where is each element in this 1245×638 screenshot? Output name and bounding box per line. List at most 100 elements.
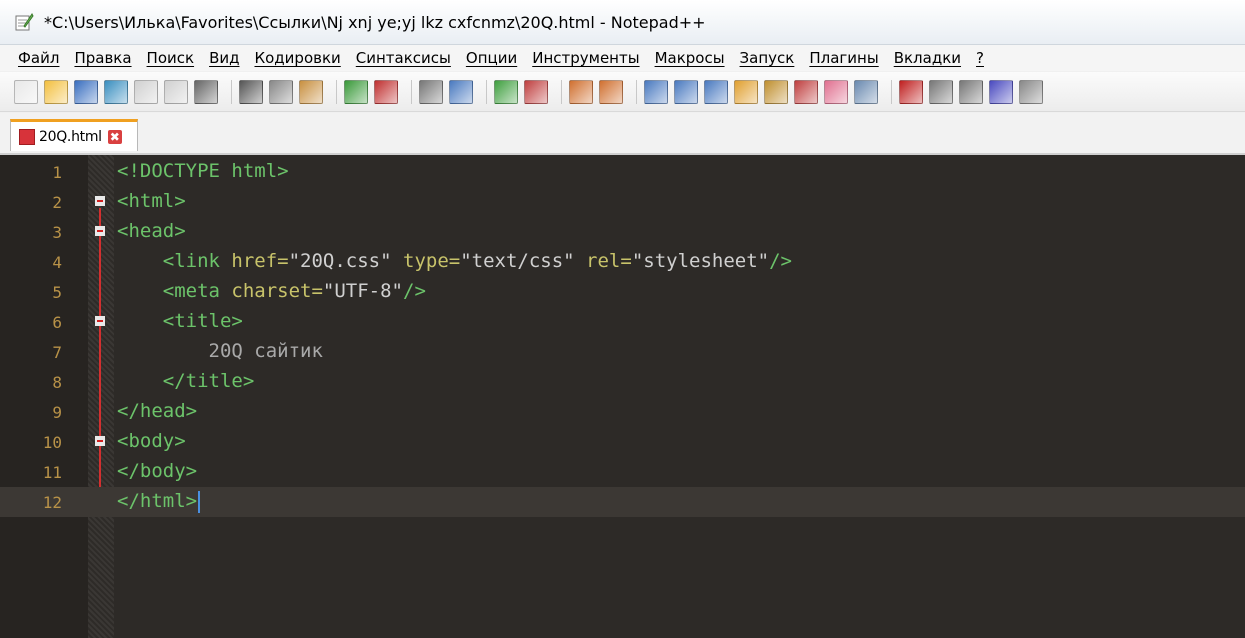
window-title: *C:\Users\Илька\Favorites\Ссылки\Nj xnj …	[44, 12, 706, 32]
menu-encoding[interactable]: Кодировки	[254, 49, 340, 67]
code-line[interactable]: 2 <html>	[0, 187, 1245, 217]
line-number: 12	[42, 493, 62, 512]
text-cursor	[198, 490, 201, 513]
code-text: <head>	[117, 220, 186, 242]
toolbar	[0, 72, 1245, 112]
menu-window[interactable]: Вкладки	[894, 49, 961, 67]
menu-file[interactable]: Файл	[18, 49, 59, 67]
zoom-in-icon[interactable]	[494, 79, 518, 104]
close-all-icon[interactable]	[164, 79, 188, 104]
line-number: 10	[42, 433, 62, 452]
sync-vertical-icon[interactable]	[569, 79, 593, 104]
word-wrap-icon[interactable]	[644, 79, 668, 104]
redo-icon[interactable]	[374, 79, 398, 104]
code-text: <meta charset="UTF-8"/>	[162, 280, 426, 302]
line-number: 1	[52, 163, 62, 182]
menu-tools[interactable]: Инструменты	[532, 49, 639, 67]
code-text: </title>	[162, 370, 255, 392]
undo-icon[interactable]	[344, 79, 368, 104]
indent-guide-icon[interactable]	[704, 79, 728, 104]
code-line[interactable]: 7 20Q сайтик	[0, 337, 1245, 367]
title-bar[interactable]: *C:\Users\Илька\Favorites\Ссылки\Nj xnj …	[0, 0, 1245, 45]
line-number: 8	[52, 373, 62, 392]
toolbar-separator	[561, 79, 562, 104]
toolbar-separator	[336, 79, 337, 104]
notepadpp-app-icon	[14, 12, 34, 32]
paste-icon[interactable]	[299, 79, 323, 104]
fold-toggle-icon[interactable]	[95, 316, 105, 326]
line-number: 11	[42, 463, 62, 482]
menu-edit[interactable]: Правка	[74, 49, 131, 67]
save-macro-icon[interactable]	[1019, 79, 1043, 104]
close-tab-icon[interactable]: ✖	[107, 129, 122, 144]
new-file-icon[interactable]	[14, 79, 38, 104]
code-editor[interactable]: 1 <!DOCTYPE html> 2 <html> 3 <head> 4 <link hr…	[0, 155, 1245, 638]
code-line[interactable]: 3 <head>	[0, 217, 1245, 247]
line-number: 5	[52, 283, 62, 302]
record-macro-icon[interactable]	[899, 79, 923, 104]
tab-20q-html[interactable]: 20Q.html ✖	[10, 119, 138, 151]
fold-toggle-icon[interactable]	[95, 436, 105, 446]
folder-workspace-icon[interactable]	[824, 79, 848, 104]
menu-language[interactable]: Синтаксисы	[356, 49, 451, 67]
menu-macro[interactable]: Макросы	[655, 49, 725, 67]
menu-help[interactable]: ?	[976, 49, 984, 67]
menu-plugins[interactable]: Плагины	[809, 49, 878, 67]
code-line[interactable]: 9 </head>	[0, 397, 1245, 427]
toolbar-separator	[231, 79, 232, 104]
monitor-icon[interactable]	[854, 79, 878, 104]
line-number: 9	[52, 403, 62, 422]
run-macro-multiple-icon[interactable]	[989, 79, 1013, 104]
code-line[interactable]: 11 </body>	[0, 457, 1245, 487]
line-number: 3	[52, 223, 62, 242]
menu-settings[interactable]: Опции	[466, 49, 517, 67]
code-text: <html>	[117, 190, 186, 212]
save-all-icon[interactable]	[104, 79, 128, 104]
toolbar-separator	[486, 79, 487, 104]
close-icon[interactable]	[134, 79, 158, 104]
save-icon[interactable]	[74, 79, 98, 104]
code-text: </head>	[117, 400, 198, 422]
menu-run[interactable]: Запуск	[740, 49, 795, 67]
function-list-icon[interactable]	[794, 79, 818, 104]
menu-view[interactable]: Вид	[209, 49, 239, 67]
code-line[interactable]: 4 <link href="20Q.css" type="text/css" r…	[0, 247, 1245, 277]
menu-search[interactable]: Поиск	[147, 49, 195, 67]
code-line[interactable]: 8 </title>	[0, 367, 1245, 397]
toolbar-separator	[636, 79, 637, 104]
fold-toggle-icon[interactable]	[95, 226, 105, 236]
code-line[interactable]: 1 <!DOCTYPE html>	[0, 157, 1245, 187]
cut-icon[interactable]	[239, 79, 263, 104]
notepadpp-window: *C:\Users\Илька\Favorites\Ссылки\Nj xnj …	[0, 0, 1245, 638]
code-line[interactable]: 6 <title>	[0, 307, 1245, 337]
code-text: </body>	[117, 460, 198, 482]
code-text: </html>	[117, 490, 201, 513]
line-number: 7	[52, 343, 62, 362]
play-macro-icon[interactable]	[959, 79, 983, 104]
line-number: 2	[52, 193, 62, 212]
code-text: <link href="20Q.css" type="text/css" rel…	[162, 250, 792, 272]
toolbar-separator	[891, 79, 892, 104]
show-all-chars-icon[interactable]	[674, 79, 698, 104]
sync-horizontal-icon[interactable]	[599, 79, 623, 104]
toolbar-separator	[411, 79, 412, 104]
code-line[interactable]: 12 </html>	[0, 487, 1245, 517]
zoom-out-icon[interactable]	[524, 79, 548, 104]
doc-map-icon[interactable]	[764, 79, 788, 104]
code-line[interactable]: 5 <meta charset="UTF-8"/>	[0, 277, 1245, 307]
fold-toggle-icon[interactable]	[95, 196, 105, 206]
line-number: 6	[52, 313, 62, 332]
copy-icon[interactable]	[269, 79, 293, 104]
find-icon[interactable]	[419, 79, 443, 104]
open-file-icon[interactable]	[44, 79, 68, 104]
stop-macro-icon[interactable]	[929, 79, 953, 104]
code-line[interactable]: 10 <body>	[0, 427, 1245, 457]
replace-icon[interactable]	[449, 79, 473, 104]
code-text: <!DOCTYPE html>	[117, 160, 289, 182]
udl-icon[interactable]	[734, 79, 758, 104]
line-number: 4	[52, 253, 62, 272]
unsaved-file-icon	[19, 128, 35, 145]
tab-bar: 20Q.html ✖	[0, 113, 1245, 155]
code-text: <title>	[162, 310, 243, 332]
print-icon[interactable]	[194, 79, 218, 104]
